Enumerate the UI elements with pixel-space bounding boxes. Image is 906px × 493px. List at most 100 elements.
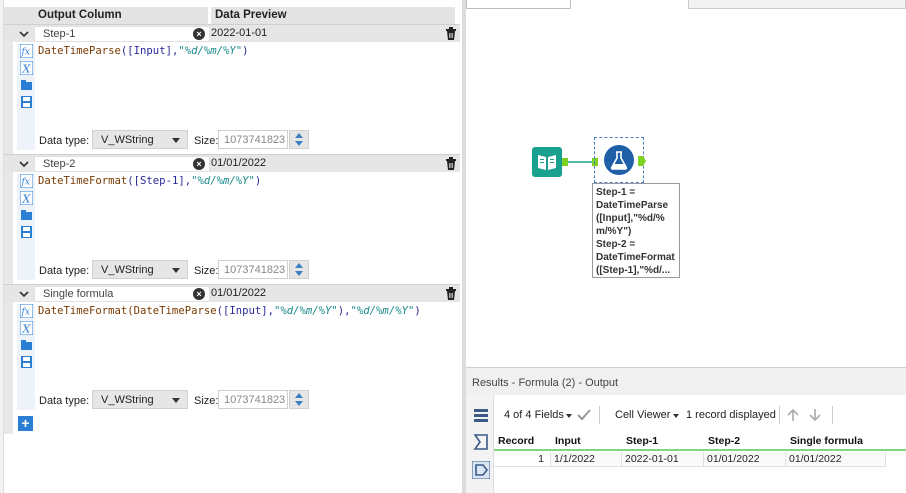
clear-icon[interactable]: ×	[193, 28, 205, 40]
data-type-select[interactable]: V_WString	[92, 390, 188, 409]
data-type-label: Data type:	[39, 135, 90, 147]
data-type-value: V_WString	[101, 394, 154, 406]
metadata-icon[interactable]	[472, 433, 490, 451]
data-type-select[interactable]: V_WString	[92, 130, 188, 149]
fields-selector[interactable]: 4 of 4 Fields	[504, 409, 564, 421]
formula-row-header: Step-2 × 01/01/2022	[4, 154, 460, 172]
input-tool[interactable]	[532, 147, 562, 177]
output-column-name-field[interactable]: Step-2	[34, 156, 210, 172]
clear-icon[interactable]: ×	[193, 288, 205, 300]
expression-editor[interactable]: DateTimeFormat([Step-1],"%d/%m/%Y")	[37, 173, 460, 259]
header-separator	[208, 7, 211, 24]
workflow-canvas[interactable]	[466, 9, 906, 367]
size-field[interactable]: 1073741823	[218, 390, 288, 409]
trash-icon[interactable]	[445, 157, 457, 171]
variable-icon[interactable]: X	[20, 321, 33, 335]
arrow-up-icon[interactable]	[786, 408, 800, 422]
function-icon[interactable]: fx	[20, 174, 33, 188]
output-anchor[interactable]	[638, 156, 646, 166]
data-preview-value: 2022-01-01	[211, 27, 268, 39]
size-label: Size:	[194, 135, 219, 147]
function-icon[interactable]: fx	[20, 44, 33, 58]
dropdown-arrow-icon	[172, 398, 180, 403]
expression-argument: ([Step-1],	[127, 175, 192, 187]
stepper-down-icon[interactable]	[295, 141, 303, 146]
column-header-record[interactable]: Record	[494, 433, 550, 449]
expression-close: )	[414, 305, 421, 317]
formula-row: Single formula × 01/01/2022 fx X DateTim…	[4, 284, 462, 412]
function-icon[interactable]: fx	[20, 304, 33, 318]
save-icon[interactable]	[20, 225, 33, 239]
formula-row-header: Single formula × 01/01/2022	[4, 284, 460, 302]
stepper-down-icon[interactable]	[295, 401, 303, 406]
results-grid: Record Input Step-1 Step-2 Single formul…	[494, 433, 906, 493]
trash-icon[interactable]	[445, 27, 457, 41]
clear-icon[interactable]: ×	[193, 158, 205, 170]
size-label: Size:	[194, 395, 219, 407]
expression-function: DateTimeFormat(DateTimeParse	[38, 305, 217, 317]
formula-row-header: Step-1 × 2022-01-01	[4, 24, 460, 42]
tab-strip	[466, 0, 906, 9]
output-column-name-field[interactable]: Step-1	[34, 26, 210, 42]
chevron-down-icon[interactable]	[18, 288, 30, 300]
results-title: Results - Formula (2) - Output	[472, 377, 619, 389]
expression-string: "%d/%m/%Y"	[191, 175, 255, 187]
open-folder-icon[interactable]	[20, 78, 33, 92]
stepper-up-icon[interactable]	[295, 263, 303, 268]
record-number-cell: 1	[494, 452, 551, 467]
chevron-down-icon[interactable]	[18, 28, 30, 40]
size-stepper[interactable]	[289, 390, 309, 409]
table-cell[interactable]: 2022-01-01	[622, 452, 704, 467]
dropdown-arrow-icon[interactable]	[566, 414, 572, 418]
data-type-select[interactable]: V_WString	[92, 260, 188, 279]
table-cell[interactable]: 01/01/2022	[704, 452, 786, 467]
column-header-step-1[interactable]: Step-1	[622, 433, 703, 449]
toolbar-divider	[779, 406, 780, 424]
expression-argument: ([Input],	[120, 45, 179, 57]
save-icon[interactable]	[20, 95, 33, 109]
save-icon[interactable]	[20, 355, 33, 369]
add-formula-button[interactable]: +	[18, 416, 33, 431]
data-preview-value: 01/01/2022	[211, 157, 267, 169]
open-folder-icon[interactable]	[20, 338, 33, 352]
size-stepper[interactable]	[289, 260, 309, 279]
output-column-name-field[interactable]: Single formula	[34, 286, 210, 302]
svg-text:X: X	[22, 323, 32, 336]
dropdown-arrow-icon[interactable]	[673, 414, 679, 418]
expression-middle: ),	[337, 305, 351, 317]
open-folder-icon[interactable]	[20, 208, 33, 222]
size-field[interactable]: 1073741823	[218, 260, 288, 279]
tab-other[interactable]	[688, 0, 906, 9]
size-field[interactable]: 1073741823	[218, 130, 288, 149]
toolbar-divider	[599, 406, 600, 424]
variable-icon[interactable]: X	[20, 61, 33, 75]
expression-argument: ([Input],	[216, 305, 274, 317]
table-cell[interactable]: 1/1/2022	[551, 452, 622, 467]
checkmark-icon[interactable]	[577, 409, 591, 421]
expression-editor[interactable]: DateTimeParse([Input],"%d/%m/%Y")	[37, 43, 460, 129]
field-type-row: Data type: V_WString Size: 1073741823	[37, 388, 460, 412]
expression-string: "%d/%m/%Y"	[178, 45, 243, 57]
cell-viewer-selector[interactable]: Cell Viewer	[615, 409, 670, 421]
chevron-down-icon[interactable]	[18, 158, 30, 170]
variable-icon[interactable]: X	[20, 191, 33, 205]
arrow-down-icon[interactable]	[808, 408, 822, 422]
size-stepper[interactable]	[289, 130, 309, 149]
stepper-up-icon[interactable]	[295, 393, 303, 398]
column-header-single-formula[interactable]: Single formula	[786, 433, 886, 449]
table-cell[interactable]: 01/01/2022	[786, 452, 886, 467]
output-anchor-icon[interactable]	[472, 461, 490, 479]
tab-workflow[interactable]	[466, 0, 571, 9]
flask-icon	[604, 145, 634, 175]
svg-text:fx: fx	[21, 178, 30, 188]
expression-editor[interactable]: DateTimeFormat(DateTimeParse([Input],"%d…	[37, 303, 460, 389]
stepper-down-icon[interactable]	[295, 271, 303, 276]
trash-icon[interactable]	[445, 287, 457, 301]
svg-text:fx: fx	[21, 48, 30, 58]
formula-tool[interactable]	[594, 137, 646, 183]
stepper-up-icon[interactable]	[295, 133, 303, 138]
column-header-input[interactable]: Input	[551, 433, 621, 449]
toolbar-divider	[832, 406, 833, 424]
column-header-step-2[interactable]: Step-2	[704, 433, 785, 449]
table-view-icon[interactable]	[472, 407, 490, 425]
